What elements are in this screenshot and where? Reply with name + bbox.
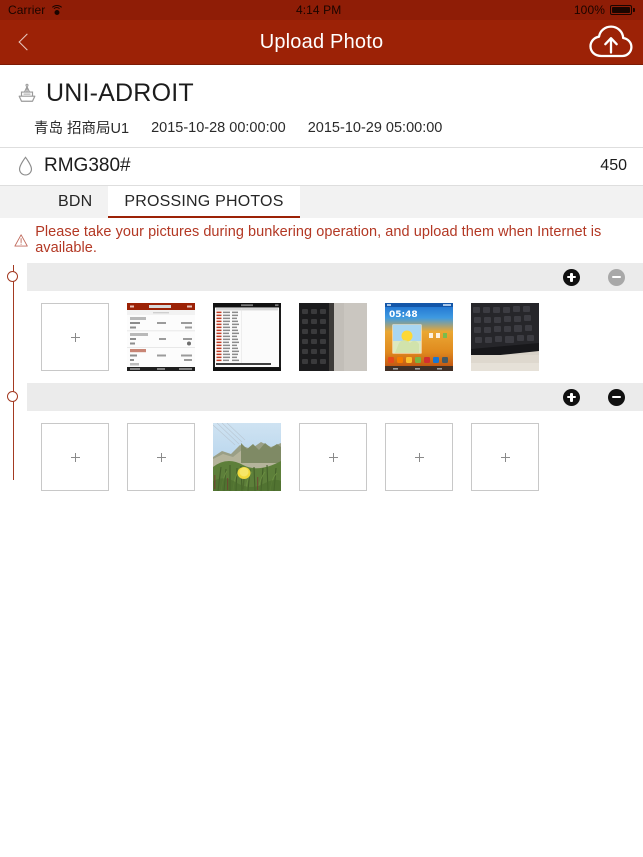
- fuel-quantity: 450: [600, 157, 627, 174]
- app-form-screenshot: [127, 303, 195, 371]
- data-table-screenshot: [213, 303, 281, 371]
- warning-banner: Please take your pictures during bunkeri…: [0, 218, 643, 263]
- remove-photo-row-button[interactable]: [608, 388, 625, 406]
- photo-group-header: [27, 383, 643, 411]
- plus-icon: [156, 452, 166, 462]
- photo-thumbnail-strip: [0, 411, 643, 503]
- wifi-icon: [49, 5, 64, 16]
- photo-thumbnail[interactable]: [299, 303, 367, 371]
- fuel-grade: RMG380#: [44, 155, 131, 176]
- page-title: Upload Photo: [259, 30, 384, 53]
- photo-thumbnail[interactable]: 05:48: [385, 303, 453, 371]
- photo-group-header: [27, 263, 643, 291]
- upload-photo-screen: Carrier 4:14 PM 100% Upload Photo UNI-AD…: [0, 0, 643, 857]
- add-photo-row-button[interactable]: [563, 388, 580, 406]
- plus-icon: [500, 452, 510, 462]
- keyboard-edge-photo: [299, 303, 367, 371]
- add-photo-placeholder[interactable]: [41, 303, 109, 371]
- vessel-meta-row: 青岛 招商局U1 2015-10-28 00:00:00 2015-10-29 …: [0, 111, 643, 148]
- svg-text:05:48: 05:48: [389, 310, 418, 320]
- plus-icon: [328, 452, 338, 462]
- vessel-end-time: 2015-10-29 05:00:00: [307, 119, 443, 136]
- fuel-row: RMG380# 450: [0, 148, 643, 186]
- tab-bar: BDN PROSSING PHOTOS: [0, 186, 643, 218]
- upload-button[interactable]: [579, 20, 643, 64]
- warning-triangle-icon: [14, 233, 28, 247]
- remove-photo-row-button[interactable]: [608, 268, 625, 286]
- photo-thumbnail[interactable]: [471, 303, 539, 371]
- vessel-info-block: UNI-ADROIT 青岛 招商局U1 2015-10-28 00:00:00 …: [0, 65, 643, 186]
- ship-icon: [18, 83, 36, 102]
- status-bar-right: 100%: [574, 3, 635, 17]
- photo-group: [0, 383, 643, 503]
- add-photo-placeholder[interactable]: [299, 423, 367, 491]
- add-photo-row-button[interactable]: [563, 268, 580, 286]
- tab-prossing-photos[interactable]: PROSSING PHOTOS: [108, 186, 300, 218]
- keyboard-desk-photo: [471, 303, 539, 371]
- photo-groups-area: 05:48: [0, 263, 643, 857]
- landscape-flower-photo: [213, 423, 281, 491]
- add-photo-placeholder[interactable]: [471, 423, 539, 491]
- photo-thumbnail-strip: 05:48: [0, 291, 643, 383]
- photo-thumbnail[interactable]: [213, 303, 281, 371]
- timeline-marker: [7, 271, 18, 282]
- vessel-title-row: UNI-ADROIT: [0, 75, 643, 111]
- photo-thumbnail[interactable]: [213, 423, 281, 491]
- status-bar: Carrier 4:14 PM 100%: [0, 0, 643, 20]
- cloud-upload-icon: [589, 25, 633, 58]
- carrier-label: Carrier: [8, 3, 46, 17]
- plus-icon: [414, 452, 424, 462]
- vessel-name: UNI-ADROIT: [46, 78, 194, 107]
- back-button[interactable]: [0, 20, 50, 64]
- status-bar-left: Carrier: [8, 3, 64, 17]
- droplet-icon: [18, 156, 33, 176]
- navigation-bar: Upload Photo: [0, 20, 643, 65]
- tab-bdn[interactable]: BDN: [42, 186, 108, 218]
- photo-thumbnail[interactable]: [127, 303, 195, 371]
- plus-icon: [70, 332, 80, 342]
- android-homescreen-photo: 05:48: [385, 303, 453, 371]
- add-photo-placeholder[interactable]: [385, 423, 453, 491]
- add-photo-placeholder[interactable]: [127, 423, 195, 491]
- photo-group: 05:48: [0, 263, 643, 383]
- add-photo-placeholder[interactable]: [41, 423, 109, 491]
- vessel-port: 青岛 招商局U1: [34, 121, 130, 137]
- warning-text: Please take your pictures during bunkeri…: [35, 224, 602, 256]
- timeline-marker: [7, 391, 18, 402]
- battery-percent-label: 100%: [573, 3, 605, 17]
- battery-full-icon: [609, 5, 635, 15]
- chevron-left-icon: [18, 33, 36, 51]
- plus-icon: [70, 452, 80, 462]
- status-bar-time: 4:14 PM: [295, 3, 342, 17]
- vessel-start-time: 2015-10-28 00:00:00: [151, 119, 286, 136]
